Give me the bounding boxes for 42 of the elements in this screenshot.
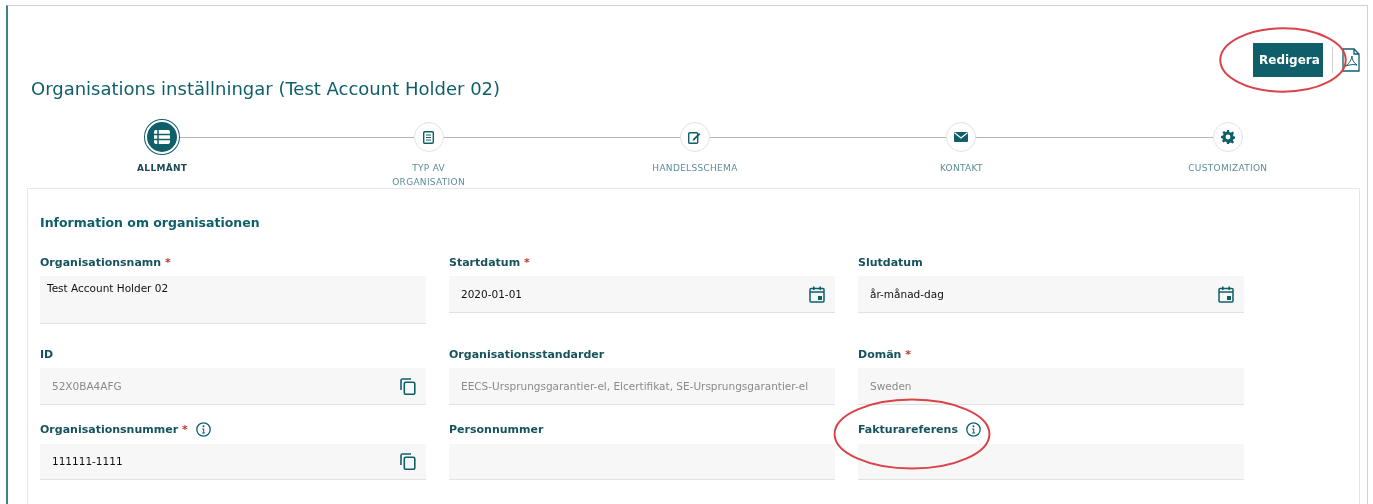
step-button[interactable] xyxy=(680,122,710,152)
gear-icon xyxy=(1220,130,1235,144)
edit-icon xyxy=(688,130,702,144)
info-icon[interactable] xyxy=(965,422,981,438)
field-label: Slutdatum xyxy=(858,255,923,269)
step-label[interactable]: CUSTOMIZATION xyxy=(1182,161,1273,175)
document-icon xyxy=(423,130,435,144)
input-field[interactable]: 111111-1111 xyxy=(40,443,426,480)
list-icon xyxy=(154,130,171,144)
page-title: Organisations inställningar (Test Account Holder 02) xyxy=(31,78,501,99)
input-field[interactable]: år-månad-dag xyxy=(858,276,1244,313)
section-heading: Information om organisationen xyxy=(40,215,261,230)
copy-icon[interactable] xyxy=(400,452,416,470)
field-label: Organisationsstandarder xyxy=(449,347,605,361)
step-label[interactable]: HANDELSSCHEMA xyxy=(650,161,740,175)
field-label: Organisationsnummer * xyxy=(40,423,188,437)
input-field[interactable]: 2020-01-01 xyxy=(449,276,835,313)
field-label: ID xyxy=(40,347,54,361)
field-label: Fakturareferens xyxy=(858,423,958,437)
edit-button[interactable]: Redigera xyxy=(1253,43,1323,77)
calendar-icon[interactable] xyxy=(1218,285,1234,303)
step-label[interactable]: ALLMÄNT xyxy=(117,161,208,175)
step-label[interactable]: TYP AV ORGANISATION xyxy=(383,161,474,189)
envelope-icon xyxy=(954,132,969,142)
pdf-icon[interactable] xyxy=(1342,48,1360,72)
field-label: Domän * xyxy=(858,347,911,361)
step-button[interactable] xyxy=(1212,122,1243,152)
input-field[interactable]: 52X0BA4AFG xyxy=(40,368,426,405)
input-field[interactable] xyxy=(449,443,835,480)
input-field[interactable]: Sweden xyxy=(858,368,1244,405)
info-icon[interactable] xyxy=(195,422,211,438)
field-label: Startdatum * xyxy=(449,255,530,269)
input-field[interactable]: EECS-Ursprungsgarantier-el, Elcertifikat, SE-Ursprungsgarantier-el xyxy=(449,368,835,405)
field-label: Personnummer xyxy=(449,423,544,437)
input-field[interactable] xyxy=(858,443,1244,480)
step-label[interactable]: KONTAKT xyxy=(916,161,1007,175)
step-button[interactable] xyxy=(946,122,977,152)
step-button[interactable] xyxy=(413,122,444,152)
calendar-icon[interactable] xyxy=(809,285,825,303)
text-area[interactable]: Test Account Holder 02 xyxy=(40,276,426,324)
copy-icon[interactable] xyxy=(400,377,416,395)
field-label: Organisationsnamn * xyxy=(40,255,171,269)
